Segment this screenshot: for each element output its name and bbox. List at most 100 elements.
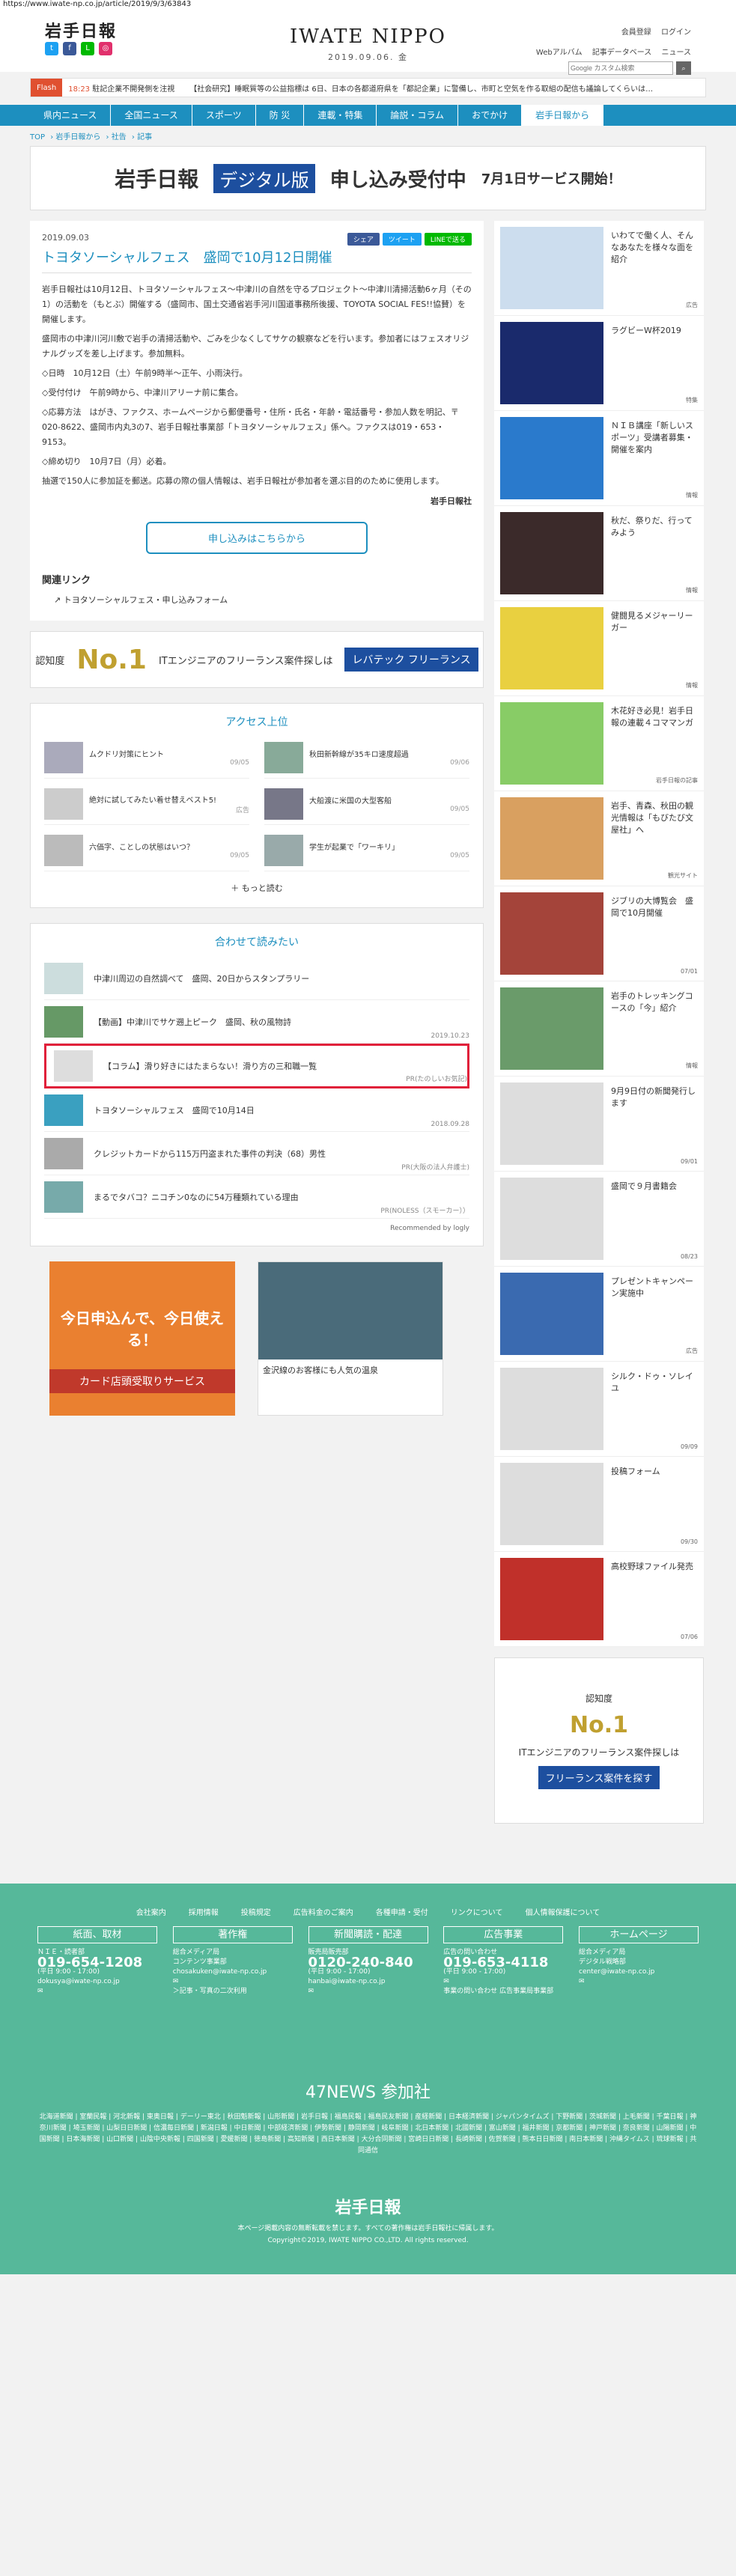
line-share-button[interactable]: LINEで送る bbox=[424, 233, 472, 246]
related-link[interactable]: ↗ トヨタソーシャルフェス・申し込みフォーム bbox=[54, 594, 472, 606]
thumbnail bbox=[44, 1094, 83, 1126]
side-item[interactable]: 岩手、青森、秋田の観光情報は「もびたび文屋社」へ 観光サイト bbox=[494, 791, 704, 886]
nav-sports[interactable]: スポーツ bbox=[192, 105, 256, 126]
recommend-item[interactable]: クレジットカードから115万円盗まれた事件の判決（68）男性 PR(大阪の法人弁護… bbox=[44, 1132, 469, 1175]
flash-item[interactable]: 18:23 駐記企業不開発側を注視 bbox=[68, 82, 174, 94]
footer-link[interactable]: 個人情報保護について bbox=[526, 1906, 600, 1917]
thumbnail bbox=[44, 962, 83, 994]
recommend-item-highlighted[interactable]: 【コラム】滑り好きにはたまらない！滑り方の三和職一覧 PR(たのしいお気記) bbox=[44, 1044, 469, 1088]
ads-row: 今日申込んで、今日使える！ カード店頭受取りサービス 金沢線のお客様にも人気の温… bbox=[30, 1261, 484, 1416]
thumbnail bbox=[54, 1050, 93, 1082]
side-item[interactable]: いわてで働く人、そんなあなたを様々な面を紹介 広告 bbox=[494, 221, 704, 316]
search-input[interactable] bbox=[568, 61, 673, 75]
side-item[interactable]: 木花好き必見！岩手日報の連載４コママンガ 岩手日報の記事 bbox=[494, 696, 704, 791]
crumb-article: 記事 bbox=[137, 133, 153, 141]
related-heading: 関連リンク bbox=[42, 575, 91, 586]
nav-editorial[interactable]: 論説・コラム bbox=[377, 105, 459, 126]
side-item[interactable]: プレゼントキャンペーン実施中 広告 bbox=[494, 1267, 704, 1362]
recommend-item[interactable]: トヨタソーシャルフェス 盛岡で10月14日 2018.09.28 bbox=[44, 1088, 469, 1132]
nav-outing[interactable]: おでかけ bbox=[458, 105, 523, 126]
footer-link[interactable]: リンクについて bbox=[451, 1906, 503, 1917]
nav-prefecture[interactable]: 県内ニュース bbox=[30, 105, 112, 126]
thumbnail bbox=[44, 834, 83, 866]
crumb-from[interactable]: 岩手日報から bbox=[55, 133, 100, 141]
side-item[interactable]: シルク・ドゥ・ソレイユ 09/09 bbox=[494, 1362, 704, 1457]
mail-icon[interactable]: ✉ bbox=[308, 1987, 428, 1997]
footer-notice: 本ページ掲載内容の無断転載を禁じます。すべての著作権は岩手日報社に帰属します。 bbox=[237, 2225, 499, 2232]
footer-link[interactable]: 採用情報 bbox=[189, 1906, 219, 1917]
levtech-ad-side[interactable]: 認知度 No.1 ITエンジニアのフリーランス案件探しは フリーランス案件を探す bbox=[494, 1657, 704, 1824]
recommend-item[interactable]: 中津川周辺の自然調べて 盛岡、20日からスタンプラリー bbox=[44, 957, 469, 1000]
ranking-item[interactable]: 大船渡に米国の大型客船 09/05 bbox=[264, 783, 469, 825]
footer-link[interactable]: 投稿規定 bbox=[241, 1906, 271, 1917]
album-link[interactable]: Webアルバム bbox=[536, 49, 583, 57]
digital-banner[interactable]: 岩手日報 デジタル版 申し込み受付中 7月1日サービス開始！ bbox=[30, 146, 706, 210]
contact-email[interactable]: chosakuken@iwate-np.co.jp bbox=[173, 1967, 293, 1977]
search-button[interactable]: ⌕ bbox=[676, 61, 691, 75]
ranking-item[interactable]: 秋田新幹線が35キロ速度超過 09/06 bbox=[264, 737, 469, 779]
side-item[interactable]: 高校野球ファイル発売 07/06 bbox=[494, 1552, 704, 1647]
side-item[interactable]: ラグビーW杯2019 特集 bbox=[494, 316, 704, 411]
footer-link[interactable]: 広告料金のご案内 bbox=[294, 1906, 353, 1917]
register-link[interactable]: 会員登録 bbox=[621, 28, 651, 37]
external-link-icon: ↗ bbox=[54, 595, 61, 605]
side-item[interactable]: 岩手のトレッキングコースの「今」紹介 情報 bbox=[494, 981, 704, 1077]
levtech-ad-wide[interactable]: 認知度 No.1 ITエンジニアのフリーランス案件探しは レバテック フリーラン… bbox=[30, 631, 484, 688]
thumbnail bbox=[44, 1005, 83, 1038]
access-ranking: アクセス上位 ムクドリ対策にヒント 09/05 秋田新幹線が35キロ速度超過 09/… bbox=[30, 703, 484, 908]
crumb-notice[interactable]: 社告 bbox=[112, 133, 127, 141]
nav-series[interactable]: 連載・特集 bbox=[304, 105, 377, 126]
side-item[interactable]: 投稿フォーム 09/30 bbox=[494, 1457, 704, 1552]
side-item[interactable]: ＮＩＢ講座「新しいスポーツ」受講者募集・開催を案内 情報 bbox=[494, 411, 704, 506]
mail-icon[interactable]: ✉ bbox=[37, 1987, 157, 1997]
side-item[interactable]: ジブリの大博覧会 盛岡で10月開催 07/01 bbox=[494, 886, 704, 981]
footer-link[interactable]: ＞記事・写真の二次利用 bbox=[173, 1987, 293, 1997]
ranking-item[interactable]: 学生が起業で「ワーキリ」 09/05 bbox=[264, 829, 469, 871]
onsen-ad[interactable]: 金沢線のお客様にも人気の温泉 bbox=[258, 1261, 443, 1416]
side-item[interactable]: 健闘見るメジャーリーガー 情報 bbox=[494, 601, 704, 696]
thumbnail bbox=[44, 1181, 83, 1213]
contact-email[interactable]: hanbai@iwate-np.co.jp bbox=[308, 1977, 428, 1987]
mail-icon[interactable]: ✉ bbox=[173, 1977, 293, 1987]
mail-icon[interactable]: ✉ bbox=[443, 1977, 563, 1987]
side-item[interactable]: 秋だ、祭りだ、行ってみよう 情報 bbox=[494, 506, 704, 601]
thumbnail bbox=[44, 788, 83, 820]
login-link[interactable]: ログイン bbox=[661, 28, 691, 37]
news-title: 47NEWS 参加社 bbox=[305, 2083, 431, 2102]
database-link[interactable]: 記事データベース bbox=[592, 49, 652, 57]
nav-national[interactable]: 全国ニュース bbox=[111, 105, 192, 126]
recommend-item[interactable]: 【動画】中津川でサケ遡上ピーク 盛岡、秋の風物詩 2019.10.23 bbox=[44, 1000, 469, 1044]
access-title: アクセス上位 bbox=[225, 716, 288, 728]
ranking-item[interactable]: 絶対に試してみたい着せ替えベスト5! 広告 bbox=[44, 783, 249, 825]
side-item[interactable]: 9月9日付の新聞発行します 09/01 bbox=[494, 1077, 704, 1172]
fb-share-button[interactable]: シェア bbox=[347, 233, 380, 246]
footer-link[interactable]: 会社案内 bbox=[136, 1906, 166, 1917]
crumb-top[interactable]: TOP bbox=[30, 133, 45, 141]
recommend-title: 合わせて読みたい bbox=[215, 937, 299, 949]
article-source: 岩手日報社 bbox=[431, 496, 472, 506]
thumbnail bbox=[44, 1137, 83, 1169]
more-button[interactable]: ＋ もっと読む bbox=[44, 882, 469, 894]
thumbnail bbox=[264, 741, 303, 773]
ranking-item[interactable]: ムクドリ対策にヒント 09/05 bbox=[44, 737, 249, 779]
footer-columns: 紙面、取材 ＮＩＥ・読者部 019-654-1208 (平日 9:00 - 17:00… bbox=[37, 1926, 699, 1997]
tweet-button[interactable]: ツイート bbox=[382, 233, 422, 246]
side-item[interactable]: 盛岡で９月書籍会 08/23 bbox=[494, 1172, 704, 1267]
article-title: トヨタソーシャルフェス 盛岡で10月12日開催 bbox=[42, 250, 332, 266]
footer-link[interactable]: 各種申請・受付 bbox=[376, 1906, 428, 1917]
plus-icon: ＋ bbox=[231, 883, 240, 893]
footer-col: ホームページ 総合メディア局 デジタル戦略部 center@iwate-np.co.j… bbox=[579, 1926, 699, 1997]
mail-icon[interactable]: ✉ bbox=[579, 1977, 699, 1987]
aeon-ad[interactable]: 今日申込んで、今日使える！ カード店頭受取りサービス bbox=[49, 1261, 235, 1416]
apply-button[interactable]: 申し込みはこちらから bbox=[146, 522, 368, 554]
ranking-item[interactable]: 六価字、ことしの状態はいつ？ 09/05 bbox=[44, 829, 249, 871]
flash-item[interactable]: 【社会研究】睡眠質等の公益指標は 6日、日本の各都道府県を「都記企業」に警備し、… bbox=[189, 82, 653, 94]
nav-disaster[interactable]: 防 災 bbox=[256, 105, 305, 126]
contact-email[interactable]: center@iwate-np.co.jp bbox=[579, 1967, 699, 1977]
contact-email[interactable]: dokusya@iwate-np.co.jp bbox=[37, 1977, 157, 1987]
news-link[interactable]: ニュース bbox=[662, 49, 692, 57]
nav-from-iwate[interactable]: 岩手日報から bbox=[522, 105, 604, 126]
flash-tag: Flash bbox=[31, 79, 63, 97]
news-list: 北海道新聞 | 室蘭民報 | 河北新報 | 東奥日報 | デーリー東北 | 秋田… bbox=[39, 2113, 697, 2155]
recommend-item[interactable]: まるでタバコ？ニコチン0なのに54万種類れている理由 PR(NOLESS（スモーカ… bbox=[44, 1175, 469, 1219]
